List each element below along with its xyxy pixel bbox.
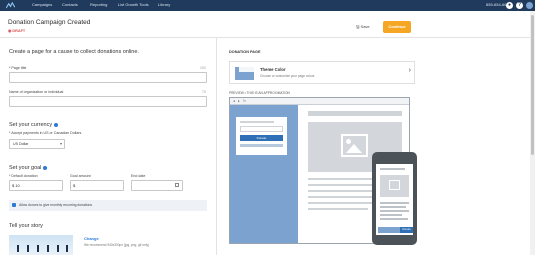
scrollbar-thumb[interactable] <box>531 15 534 155</box>
recurring-label: Allow donors to give monthly recurring d… <box>19 203 93 207</box>
theme-color-card[interactable]: Theme Color Choose or customize your pag… <box>229 61 415 84</box>
change-image-link[interactable]: Change <box>84 236 99 241</box>
recurring-checkbox[interactable] <box>12 203 16 207</box>
mobile-screen: Donate <box>376 164 413 235</box>
image-placeholder-icon <box>389 180 400 190</box>
nav-reporting[interactable]: Reporting <box>90 2 107 7</box>
story-image <box>9 235 73 255</box>
end-date-label: End date <box>131 174 146 178</box>
goal-amount-label: Goal amount <box>70 174 91 178</box>
notification-icon[interactable]: ● <box>506 2 513 9</box>
image-placeholder-icon <box>341 134 368 157</box>
back-icon: ◂ <box>233 99 235 103</box>
mobile-preview-photo <box>380 175 409 197</box>
panel-divider <box>216 38 217 255</box>
page-title-label: * Page title <box>9 66 27 70</box>
page-scrollbar[interactable] <box>530 11 535 255</box>
default-donation-input[interactable]: $ 10 <box>9 180 63 191</box>
continue-button[interactable]: Continue <box>383 21 411 33</box>
browser-toolbar: ◂ ▸ ↻ <box>230 98 409 105</box>
goal-amount-input[interactable]: $ <box>70 180 124 191</box>
nav-contacts[interactable]: Contacts <box>62 2 78 7</box>
preview-donation-card: Donate <box>236 117 287 155</box>
recurring-donations-option[interactable]: Allow donors to give monthly recurring d… <box>9 200 207 211</box>
currency-heading: Set your currency <box>9 122 59 128</box>
nav-list-growth-tools[interactable]: List Growth Tools <box>118 2 149 7</box>
form-intro: Create a page for a cause to collect don… <box>9 49 139 55</box>
page-title-input[interactable] <box>9 72 207 83</box>
nav-library[interactable]: Library <box>158 2 170 7</box>
page-title: Donation Campaign Created <box>8 19 91 26</box>
story-heading: Tell your story <box>9 223 43 229</box>
logo-icon[interactable] <box>6 2 15 9</box>
donation-page-heading: DONATION PAGE <box>229 50 261 54</box>
organization-input[interactable] <box>9 96 207 107</box>
end-date-input[interactable] <box>131 180 183 191</box>
calendar-icon[interactable] <box>175 183 179 187</box>
preview-donate-button: Donate <box>240 135 283 141</box>
preview-label: PREVIEW • THIS IS AN APPROXIMATION <box>229 91 290 95</box>
account-avatar[interactable] <box>526 2 533 9</box>
theme-title: Theme Color <box>260 67 286 72</box>
top-navigation: Campaigns Contacts Reporting List Growth… <box>0 0 535 11</box>
mobile-preview: Donate <box>372 152 417 245</box>
organization-label: Name of organization or individual <box>9 90 64 94</box>
mobile-donate-button: Donate <box>400 227 413 233</box>
info-icon[interactable] <box>54 122 59 127</box>
chevron-right-icon[interactable]: › <box>409 67 411 74</box>
preview-sidebar: Donate <box>230 105 298 243</box>
page-title-counter: 100 <box>200 66 206 70</box>
theme-subtitle: Choose or customize your page colors <box>260 74 315 78</box>
default-donation-label: * Default donation <box>9 174 38 178</box>
refresh-icon: ↻ <box>243 99 246 103</box>
status-badge: ◉ DRAFT <box>8 29 26 33</box>
image-recommendation: We recommend 940x300px (jpg, png, gif on… <box>84 243 150 247</box>
theme-swatch <box>235 67 254 80</box>
info-icon[interactable] <box>43 165 48 170</box>
help-icon[interactable]: ? <box>516 2 523 9</box>
currency-label: * Accept payments in US or Canadian Doll… <box>9 131 82 135</box>
organization-counter: 70 <box>202 90 206 94</box>
currency-select[interactable]: US Dollar ▾ <box>9 139 65 149</box>
save-button[interactable]: 🖫 Save <box>356 24 370 31</box>
chevron-down-icon: ▾ <box>59 141 62 146</box>
forward-icon: ▸ <box>238 99 240 103</box>
goal-heading: Set your goal <box>9 165 48 171</box>
nav-campaigns[interactable]: Campaigns <box>32 2 52 7</box>
